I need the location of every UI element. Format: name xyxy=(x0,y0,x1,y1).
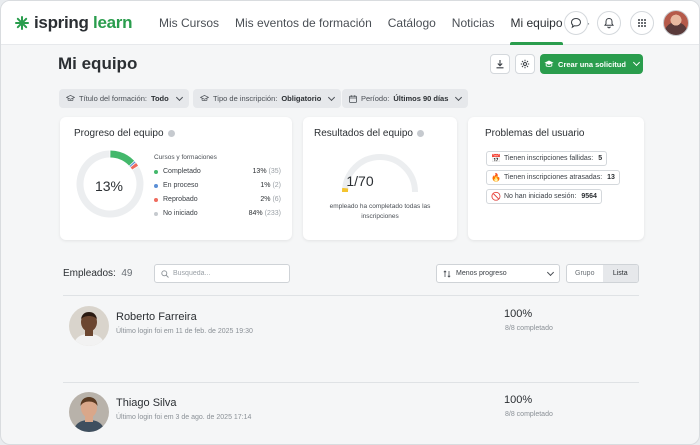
progress-center-value: 13% xyxy=(94,178,124,194)
donut-segment-en-proceso xyxy=(129,161,136,167)
info-icon[interactable] xyxy=(167,130,175,137)
legend-item-failed: Reprobado 2% (6) xyxy=(154,196,281,203)
legend-title: Cursos y formaciones xyxy=(154,154,217,161)
employee-avatar xyxy=(69,392,109,432)
employee-last-login: Último login foi em 11 de feb. de 2025 1… xyxy=(116,328,253,335)
legend-dot xyxy=(154,169,158,174)
divider xyxy=(63,295,639,296)
graduation-cap-icon xyxy=(200,95,209,101)
filter-training-title[interactable]: Título del formación: Todo xyxy=(59,89,189,108)
legend-item-completed: Completado 13% (35) xyxy=(154,168,281,175)
download-button[interactable] xyxy=(490,54,510,74)
filter-period[interactable]: Período: Últimos 90 días xyxy=(342,89,469,108)
team-progress-card: Progreso del equipo 13% Cursos y formaci… xyxy=(60,117,292,240)
graduation-cap-icon xyxy=(66,95,75,101)
search-icon xyxy=(161,269,169,278)
bell-icon xyxy=(604,17,614,29)
create-request-label: Crear una solicitud xyxy=(558,59,626,69)
chevron-down-icon xyxy=(455,93,463,101)
graduation-cap-icon xyxy=(544,60,554,67)
results-caption: empleado ha completado todas las inscrip… xyxy=(329,203,431,220)
legend-item-not-started: No iniciado 84% (233) xyxy=(154,210,281,217)
nav-item-catalogo[interactable]: Catálogo xyxy=(388,1,436,45)
nav-item-noticias[interactable]: Noticias xyxy=(452,1,495,45)
grid-icon xyxy=(638,19,646,27)
ispring-logo[interactable]: ispring learn xyxy=(15,13,132,33)
filter-label: Período: xyxy=(361,94,390,103)
employee-completed: 8/8 completado xyxy=(505,325,553,332)
top-bar: ispring learn Mis Cursos Mis eventos de … xyxy=(1,1,699,45)
employee-name[interactable]: Thiago Silva xyxy=(116,397,177,409)
filter-label: Tipo de inscripción: xyxy=(213,94,278,103)
user-avatar[interactable] xyxy=(663,10,689,36)
team-results-card: Resultados del equipo 1/70 empleado ha c… xyxy=(303,117,457,240)
legend-dot xyxy=(154,211,158,216)
nav-item-eventos[interactable]: Mis eventos de formación xyxy=(235,1,372,45)
nav-item-mis-cursos[interactable]: Mis Cursos xyxy=(159,1,219,45)
problem-late-enrollments[interactable]: 🔥 Tienen inscripciones atrasadas: 13 xyxy=(486,170,620,185)
legend-dot xyxy=(154,197,158,202)
legend-item-in-progress: En proceso 1% (2) xyxy=(154,182,281,189)
apps-button[interactable] xyxy=(630,11,654,35)
card-title: Problemas del usuario xyxy=(485,128,585,139)
filter-label: Título del formación: xyxy=(79,94,147,103)
employee-name[interactable]: Roberto Farreira xyxy=(116,311,197,323)
filter-value: Todo xyxy=(150,94,169,103)
employee-completed: 8/8 completado xyxy=(505,411,553,418)
view-toggle: Grupo Lista xyxy=(566,264,639,283)
filter-enrollment-type[interactable]: Tipo de inscripción: Obligatorio xyxy=(193,89,342,108)
top-actions xyxy=(564,10,689,36)
results-value: 1/70 xyxy=(346,173,374,189)
no-entry-icon: 🚫 xyxy=(491,191,501,201)
settings-button[interactable] xyxy=(515,54,535,74)
employee-row[interactable]: Thiago Silva Último login foi em 3 de ag… xyxy=(63,383,639,443)
view-group-button[interactable]: Grupo xyxy=(567,265,603,282)
chat-button[interactable] xyxy=(564,11,588,35)
chat-bubble-icon xyxy=(570,17,582,29)
logo-text: ispring learn xyxy=(34,13,133,32)
download-icon xyxy=(496,60,504,69)
search-input[interactable] xyxy=(173,270,283,277)
info-icon[interactable] xyxy=(416,130,424,137)
problem-never-logged-in[interactable]: 🚫 No han iniciado sesión: 9564 xyxy=(486,189,602,204)
employee-progress-percent: 100% xyxy=(504,394,533,406)
sort-label: Menos progreso xyxy=(456,270,507,277)
filter-value: Últimos 90 días xyxy=(393,94,449,103)
main-nav: Mis Cursos Mis eventos de formación Catá… xyxy=(159,1,591,45)
problem-failed-enrollments[interactable]: 📅 Tienen inscripciones fallidas: 5 xyxy=(486,151,608,166)
card-title: Resultados del equipo xyxy=(314,128,424,139)
calendar-x-icon: 📅 xyxy=(491,153,501,163)
chevron-down-icon xyxy=(546,268,555,276)
notifications-button[interactable] xyxy=(597,11,621,35)
view-list-button[interactable]: Lista xyxy=(602,265,638,282)
page-title: Mi equipo xyxy=(58,54,138,73)
chevron-down-icon xyxy=(175,93,183,101)
user-problems-card: Problemas del usuario 📅 Tienen inscripci… xyxy=(468,117,644,240)
create-request-button[interactable]: Crear una solicitud xyxy=(540,54,643,74)
employees-count-label: Empleados: 49 xyxy=(63,268,133,279)
donut-segment-reprobado xyxy=(130,162,139,170)
chevron-down-icon xyxy=(328,93,336,101)
sort-icon xyxy=(443,269,451,278)
nav-item-mi-equipo[interactable]: Mi equipo xyxy=(510,1,563,45)
employee-progress-percent: 100% xyxy=(504,308,533,320)
sort-dropdown[interactable]: Menos progreso xyxy=(436,264,560,283)
employee-last-login: Último login foi em 3 de ago. de 2025 17… xyxy=(116,414,252,421)
employee-avatar xyxy=(69,306,109,346)
employee-search[interactable] xyxy=(154,264,290,283)
legend-dot xyxy=(154,183,158,188)
card-title: Progreso del equipo xyxy=(74,128,175,139)
donut-segment-completado xyxy=(110,150,135,166)
calendar-icon xyxy=(349,94,357,103)
logo-mark-icon xyxy=(15,16,29,30)
fire-icon: 🔥 xyxy=(491,172,501,182)
app-window: ispring learn Mis Cursos Mis eventos de … xyxy=(0,0,700,445)
gear-icon xyxy=(520,59,530,69)
filter-value: Obligatorio xyxy=(281,94,322,103)
chevron-down-icon xyxy=(632,58,641,67)
employee-row[interactable]: Roberto Farreira Último login foi em 11 … xyxy=(63,297,639,357)
